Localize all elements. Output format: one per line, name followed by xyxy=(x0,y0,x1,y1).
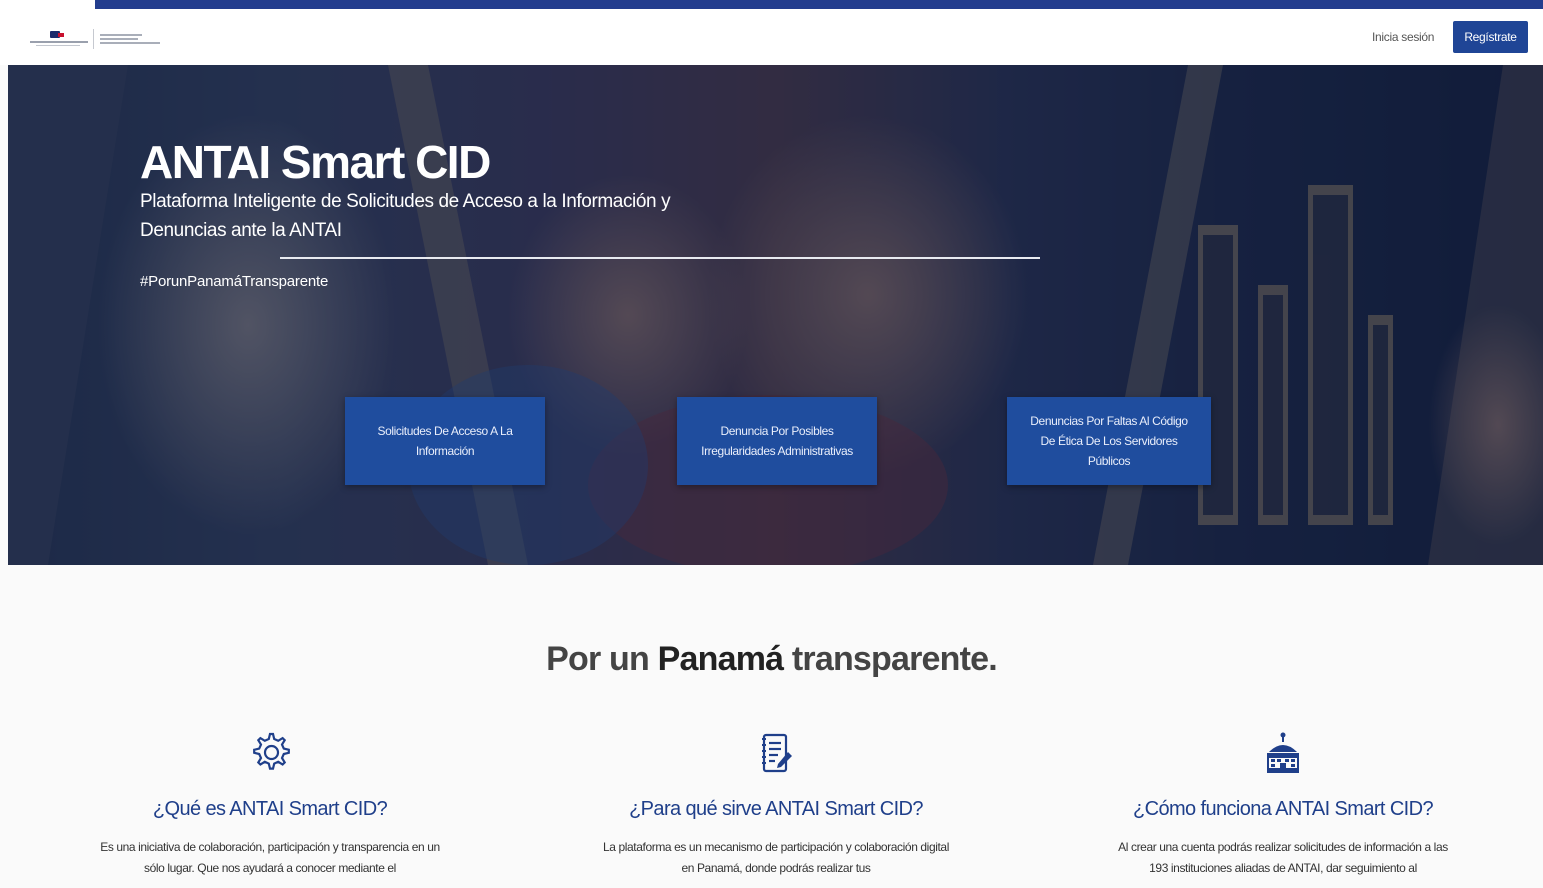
feature-how-it-works: ¿Cómo funciona ANTAI Smart CID? Al crear… xyxy=(1073,730,1493,879)
feature-what-is: ¿Qué es ANTAI Smart CID? Es una iniciati… xyxy=(60,730,480,879)
feature-text-purpose: La plataforma es un mecanismo de partici… xyxy=(603,840,949,875)
heading-post: transparente. xyxy=(783,640,998,678)
antai-logo-text xyxy=(100,34,160,44)
hero-hashtag: #PorunPanamáTransparente xyxy=(140,273,329,290)
feature-title-how-it-works: ¿Cómo funciona ANTAI Smart CID? xyxy=(1132,798,1434,820)
feature-text-what-is: Es una iniciativa de colaboración, parti… xyxy=(100,840,440,875)
access-request-button[interactable]: Solicitudes De Acceso A La Información xyxy=(345,397,545,485)
heading-pre: Por un xyxy=(546,640,658,678)
hero-banner: ANTAI Smart CID Plataforma Inteligente d… xyxy=(8,65,1543,565)
top-accent-bar xyxy=(0,0,1543,9)
register-button[interactable]: Regístrate xyxy=(1453,21,1528,53)
heading-bold: Panamá xyxy=(657,640,784,678)
ethics-complaint-button[interactable]: Denuncias Por Faltas Al Código De Ética … xyxy=(1007,397,1211,485)
site-header: Inicia sesión Regístrate xyxy=(0,9,1543,65)
government-building-icon xyxy=(1261,730,1305,776)
info-section: Por un Panamá transparente. ¿Qué es ANTA… xyxy=(0,565,1543,888)
logo-divider xyxy=(93,29,94,49)
section-heading: Por un Panamá transparente. xyxy=(0,640,1543,679)
login-link[interactable]: Inicia sesión xyxy=(1372,30,1434,44)
irregularities-complaint-button[interactable]: Denuncia Por Posibles Irregularidades Ad… xyxy=(677,397,877,485)
hero-subtitle: Plataforma Inteligente de Solicitudes de… xyxy=(140,191,671,241)
feature-purpose: ¿Para qué sirve ANTAI Smart CID? La plat… xyxy=(566,730,986,879)
feature-text-how-it-works: Al crear una cuenta podrás realizar soli… xyxy=(1118,840,1448,875)
feature-title-purpose: ¿Para qué sirve ANTAI Smart CID? xyxy=(629,798,923,820)
feature-title-what-is: ¿Qué es ANTAI Smart CID? xyxy=(152,798,388,820)
top-accent-stripe xyxy=(95,0,1543,9)
hero-title: ANTAI Smart CID xyxy=(140,136,491,188)
hero-divider xyxy=(280,257,1040,259)
gear-icon xyxy=(248,730,292,776)
notepad-icon xyxy=(754,730,798,776)
panama-emblem-icon xyxy=(30,29,88,49)
government-logo[interactable] xyxy=(30,27,160,51)
